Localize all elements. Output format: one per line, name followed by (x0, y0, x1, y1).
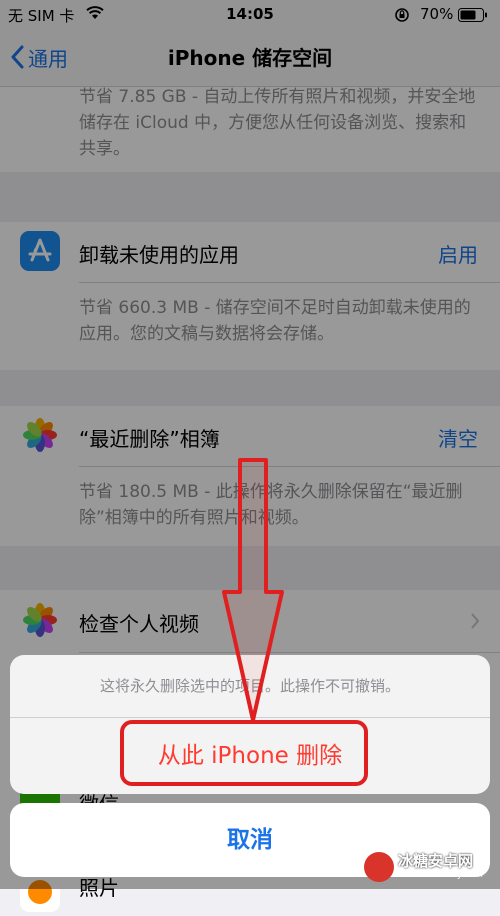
annotation-arrow-icon (222, 458, 284, 722)
highlight-box (120, 720, 368, 786)
watermark-url: www.btxtdwty.com (398, 870, 483, 880)
watermark-site: 冰糖安卓网 (398, 852, 474, 870)
watermark-logo-icon (364, 852, 394, 882)
watermark: 冰糖安卓网 www.btxtdwty.com (364, 850, 496, 886)
